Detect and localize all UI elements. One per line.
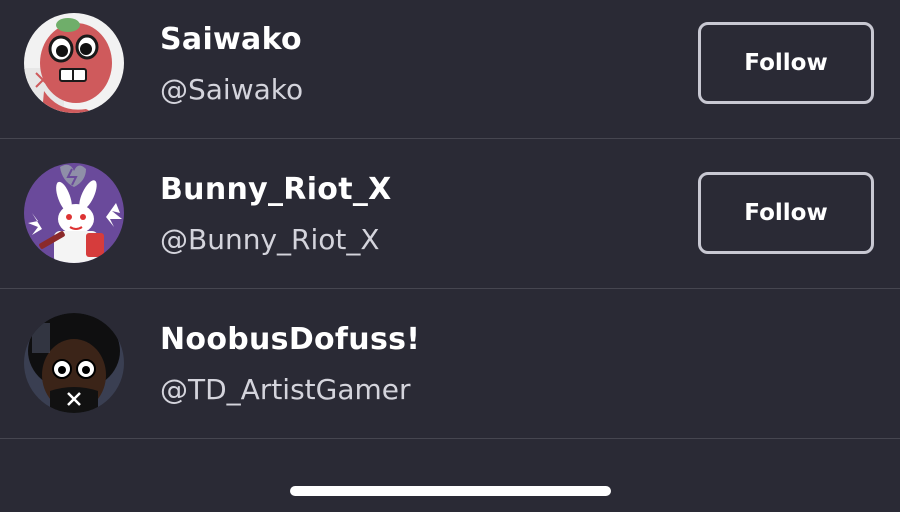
white-rabbit-cartoon-avatar-icon bbox=[24, 163, 124, 263]
avatar[interactable] bbox=[24, 163, 124, 263]
user-list: Saiwako @Saiwako Follow Bunny_Riot_X @Bu… bbox=[0, 0, 900, 439]
user-handle[interactable]: @Bunny_Riot_X bbox=[160, 223, 380, 256]
user-row-bunny-riot-x[interactable]: Bunny_Riot_X @Bunny_Riot_X Follow bbox=[0, 139, 900, 289]
user-display-name[interactable]: Bunny_Riot_X bbox=[160, 172, 392, 207]
home-indicator[interactable] bbox=[290, 486, 611, 496]
avatar[interactable] bbox=[24, 313, 124, 413]
masked-face-avatar-icon bbox=[24, 313, 124, 413]
user-handle[interactable]: @TD_ArtistGamer bbox=[160, 373, 411, 406]
user-row-noobusdofuss[interactable]: NoobusDofuss! @TD_ArtistGamer bbox=[0, 289, 900, 439]
user-display-name[interactable]: Saiwako bbox=[160, 22, 302, 57]
avatar[interactable] bbox=[24, 13, 124, 113]
user-display-name[interactable]: NoobusDofuss! bbox=[160, 322, 420, 357]
user-handle[interactable]: @Saiwako bbox=[160, 73, 303, 106]
user-row-saiwako[interactable]: Saiwako @Saiwako Follow bbox=[0, 0, 900, 139]
follow-button[interactable]: Follow bbox=[698, 22, 874, 104]
follow-button[interactable]: Follow bbox=[698, 172, 874, 254]
red-cartoon-character-avatar-icon bbox=[24, 13, 124, 113]
